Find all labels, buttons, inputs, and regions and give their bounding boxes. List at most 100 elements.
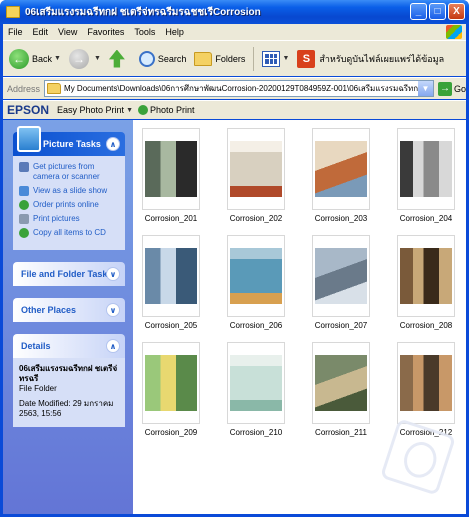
file-item[interactable]: Corrosion_209 [137, 342, 205, 437]
thumbnail-image [230, 248, 282, 304]
details-folder-name: 06เสรีมแรงรมฉรีทกฝ ชเตรีจ่ทรฉรี [19, 364, 118, 383]
title-bar[interactable]: 06เสรีมแรงรมฉรีทกฝ ชเตรีจ่ทรฉรีมรฉชชเรีC… [0, 0, 469, 24]
file-name: Corrosion_202 [229, 214, 283, 223]
file-item[interactable]: Corrosion_207 [307, 235, 375, 330]
window-title: 06เสรีมแรงรมฉรีทกฝ ชเตรีจ่ทรฉรีมรฉชชเรีC… [25, 6, 261, 18]
thumbnail-frame[interactable] [227, 128, 285, 210]
file-name: Corrosion_210 [229, 428, 283, 437]
epson-toolbar: EPSON Easy Photo Print ▼ Photo Print [3, 100, 466, 119]
task-get-pictures[interactable]: Get pictures from camera or scanner [19, 162, 119, 182]
close-button[interactable]: X [448, 3, 465, 20]
up-folder-icon [108, 49, 125, 68]
file-name: Corrosion_208 [399, 321, 453, 330]
thumbnail-frame[interactable] [227, 342, 285, 424]
cd-icon [19, 228, 29, 238]
thumbnail-frame[interactable] [312, 235, 370, 317]
address-bar: Address My Documents\Downloads\06การศึกษ… [3, 77, 466, 99]
thumbnail-frame[interactable] [397, 235, 455, 317]
task-label: Order prints online [33, 200, 99, 209]
photo-print-button[interactable]: Photo Print [138, 105, 195, 115]
thumbnail-image [145, 141, 197, 197]
details-panel: Details ∧ 06เสรีมแรงรมฉรีทกฝ ชเตรีจ่ทรฉร… [13, 334, 125, 427]
thumbnail-frame[interactable] [312, 128, 370, 210]
task-label: Get pictures from camera or scanner [33, 162, 100, 181]
menu-tools[interactable]: Tools [129, 27, 160, 37]
file-item[interactable]: Corrosion_204 [392, 128, 460, 223]
expand-icon[interactable]: ∨ [106, 267, 120, 281]
file-folder-tasks-title: File and Folder Tasks [21, 269, 113, 279]
easy-photo-print-button[interactable]: Easy Photo Print ▼ [57, 105, 133, 115]
thumbnail-frame[interactable] [227, 235, 285, 317]
menu-edit[interactable]: Edit [28, 27, 54, 37]
menu-favorites[interactable]: Favorites [82, 27, 129, 37]
file-item[interactable]: Corrosion_208 [392, 235, 460, 330]
file-folder-tasks-header[interactable]: File and Folder Tasks ∨ [13, 262, 125, 286]
file-item[interactable]: Corrosion_210 [222, 342, 290, 437]
picture-tasks-header[interactable]: Picture Tasks ∧ [13, 126, 125, 156]
up-button[interactable] [108, 49, 131, 68]
collapse-icon[interactable]: ∧ [106, 339, 120, 353]
details-body: 06เสรีมแรงรมฉรีทกฝ ชเตรีจ่ทรฉรี File Fol… [13, 358, 125, 427]
other-places-panel: Other Places ∨ [13, 298, 125, 322]
back-arrow-icon: ← [9, 48, 29, 69]
views-button[interactable]: ▼ [262, 50, 290, 67]
thai-addon-button[interactable]: S สำหรับดูบันไฟล์เผยแพร่ได้ข้อมูล [297, 49, 445, 68]
photo-print-label: Photo Print [150, 105, 195, 115]
standard-toolbar: ← Back ▼ → ▼ Search Folders ▼ S สำหรับดู… [3, 40, 466, 76]
folders-button[interactable]: Folders [194, 51, 245, 66]
task-label: Copy all items to CD [33, 228, 106, 237]
thumbnail-frame[interactable] [142, 342, 200, 424]
thumbnail-frame[interactable] [142, 235, 200, 317]
picture-tasks-title: Picture Tasks [43, 139, 101, 149]
file-item[interactable]: Corrosion_211 [307, 342, 375, 437]
address-input[interactable]: My Documents\Downloads\06การศึกษาพัฒนCor… [44, 80, 434, 97]
search-button[interactable]: Search [138, 50, 186, 67]
back-label: Back [32, 53, 53, 64]
address-label: Address [7, 83, 41, 94]
chevron-down-icon: ▼ [93, 55, 101, 62]
file-item[interactable]: Corrosion_205 [137, 235, 205, 330]
collapse-icon[interactable]: ∧ [106, 137, 120, 151]
thumbnail-image [315, 248, 367, 304]
go-button[interactable]: → Go [437, 81, 466, 96]
task-pane: Picture Tasks ∧ Get pictures from camera… [3, 120, 133, 514]
thai-addon-label: สำหรับดูบันไฟล์เผยแพร่ได้ข้อมูล [319, 53, 445, 64]
go-arrow-icon: → [437, 81, 452, 96]
menu-help[interactable]: Help [160, 27, 189, 37]
thumbnail-frame[interactable] [397, 342, 455, 424]
file-item[interactable]: Corrosion_202 [222, 128, 290, 223]
thumbnail-image [400, 141, 452, 197]
go-label: Go [453, 83, 466, 94]
task-slide-show[interactable]: View as a slide show [19, 186, 119, 196]
task-print-pictures[interactable]: Print pictures [19, 214, 119, 224]
printer-icon [19, 214, 29, 224]
other-places-header[interactable]: Other Places ∨ [13, 298, 125, 322]
forward-button[interactable]: → ▼ [68, 48, 101, 69]
thumbnail-frame[interactable] [397, 128, 455, 210]
back-button[interactable]: ← Back ▼ [9, 48, 61, 69]
thumbnail-frame[interactable] [142, 128, 200, 210]
file-item[interactable]: Corrosion_201 [137, 128, 205, 223]
task-order-prints[interactable]: Order prints online [19, 200, 119, 210]
thumbnail-frame[interactable] [312, 342, 370, 424]
menu-view[interactable]: View [53, 27, 82, 37]
details-type: File Folder [19, 384, 57, 393]
details-header[interactable]: Details ∧ [13, 334, 125, 358]
menu-file[interactable]: File [3, 27, 28, 37]
address-dropdown-icon[interactable]: ▼ [417, 81, 433, 96]
thumbnail-image [145, 248, 197, 304]
task-copy-cd[interactable]: Copy all items to CD [19, 228, 119, 238]
chevron-down-icon: ▼ [282, 55, 290, 62]
thumbnail-image [400, 248, 452, 304]
maximize-button[interactable]: □ [429, 3, 446, 20]
folders-icon [194, 51, 213, 66]
minimize-button[interactable]: _ [410, 3, 427, 20]
expand-icon[interactable]: ∨ [106, 303, 120, 317]
file-item[interactable]: Corrosion_203 [307, 128, 375, 223]
folder-icon [6, 6, 20, 18]
thumbnail-image [230, 141, 282, 197]
addon-s-icon: S [297, 49, 316, 68]
photo-print-icon [138, 105, 148, 115]
picture-tasks-list: Get pictures from camera or scanner View… [13, 156, 125, 250]
file-item[interactable]: Corrosion_206 [222, 235, 290, 330]
